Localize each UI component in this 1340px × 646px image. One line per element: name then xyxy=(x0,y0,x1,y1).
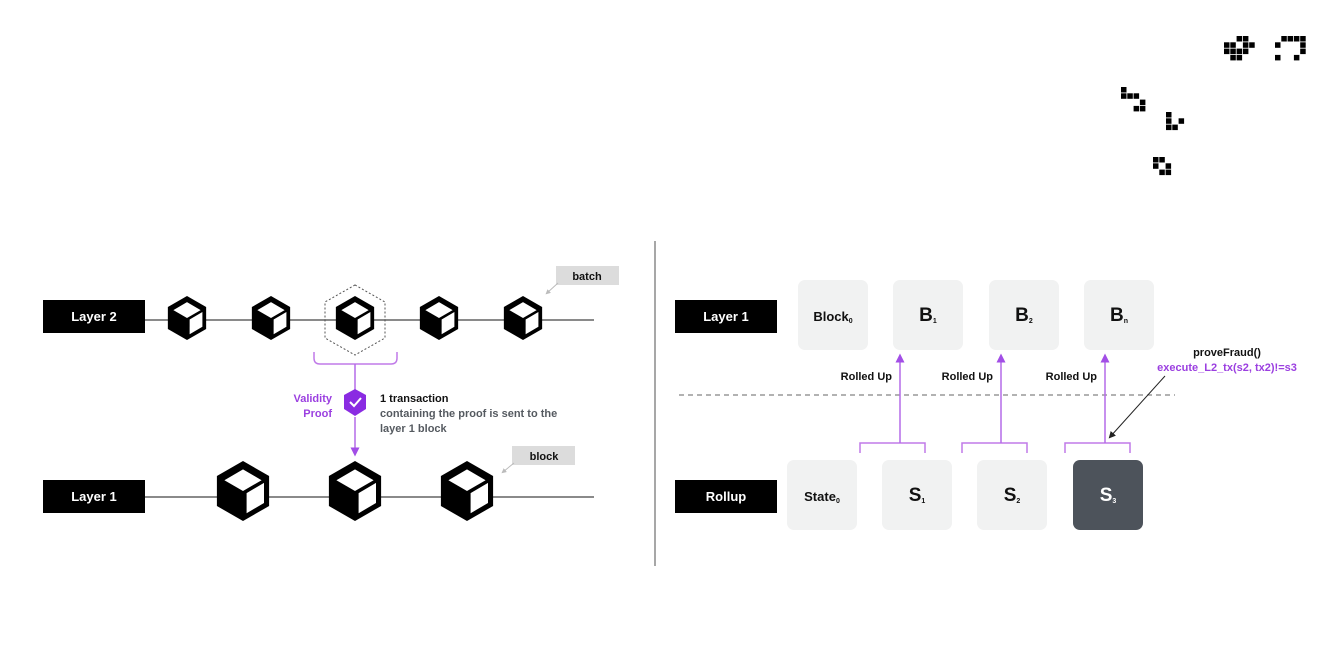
pixel-cell xyxy=(1166,118,1172,124)
state-pair-bracket xyxy=(961,442,1028,453)
pixel-cell xyxy=(1236,36,1243,42)
pixel-cell xyxy=(1300,48,1306,55)
transaction-desc-line1: containing the proof is sent to the xyxy=(380,408,557,420)
pixel-cell xyxy=(1178,118,1185,124)
tile-label: State0 xyxy=(804,489,840,505)
pixel-cell xyxy=(1300,42,1306,48)
validity-proof-label-line2: Proof xyxy=(303,408,332,420)
rolled-up-label: Rolled Up xyxy=(841,371,893,383)
tile-label: Block0 xyxy=(813,309,852,325)
pixel-cell xyxy=(1275,42,1281,48)
layer1-block-tile: B2 xyxy=(989,280,1059,350)
rollup-state-tile: S2 xyxy=(977,460,1047,530)
tile-subscript: 2 xyxy=(1029,318,1033,325)
layer2-block-cube-icon xyxy=(419,296,459,340)
diagram-canvas: Layer 2 batch Validity Proof 1 transacti… xyxy=(43,36,1306,566)
pixel-cell xyxy=(1165,163,1172,169)
batch-callout-label: batch xyxy=(572,271,602,283)
layer1-label: Layer 1 xyxy=(71,489,117,504)
rolled-up-label: Rolled Up xyxy=(1046,371,1098,383)
layer1-block-cube-icon xyxy=(440,461,494,521)
pixel-cell xyxy=(1242,48,1249,55)
pixel-cell xyxy=(1172,124,1178,131)
pixel-cell xyxy=(1153,157,1159,163)
pixel-cell xyxy=(1230,48,1236,55)
layer2-block-cube-icon xyxy=(251,296,291,340)
batch-bracket xyxy=(313,352,398,365)
layer2-block-cube-icon xyxy=(167,296,207,340)
pixel-cell xyxy=(1133,105,1140,112)
pixel-cell xyxy=(1300,36,1306,42)
pixel-cell xyxy=(1159,157,1165,163)
pixel-cell xyxy=(1133,93,1140,99)
pixel-cell xyxy=(1166,124,1172,131)
pixel-cell xyxy=(1287,36,1294,42)
pixel-cell xyxy=(1293,54,1300,61)
pixel-cell xyxy=(1224,42,1230,48)
pixel-cell xyxy=(1242,36,1249,42)
pixel-pattern-3 xyxy=(1121,87,1146,112)
pixel-cell xyxy=(1236,54,1243,61)
layer1-block-cube-icon xyxy=(328,461,382,521)
pixel-pattern-decoration xyxy=(1121,36,1306,176)
tile-subscript: 2 xyxy=(1016,498,1020,505)
tile-subscript: 1 xyxy=(933,318,937,325)
pixel-cell xyxy=(1230,54,1236,61)
left-diagram: Layer 2 batch Validity Proof 1 transacti… xyxy=(43,266,619,521)
pixel-cell xyxy=(1242,42,1249,48)
fraudulent-state-tile: S3 xyxy=(1073,460,1143,530)
pixel-pattern-4 xyxy=(1166,112,1185,131)
right-diagram: Layer 1 Rollup Block0 B1 B2 Bn State0 S1 S2 S3… xyxy=(675,280,1297,530)
pixel-cell xyxy=(1153,163,1159,169)
pixel-cell xyxy=(1230,42,1236,48)
rollup-state-tile: State0 xyxy=(787,460,857,530)
state-pair-bracket xyxy=(1064,442,1131,453)
pixel-cell xyxy=(1249,42,1255,48)
tile-subscript: 0 xyxy=(836,498,840,505)
tile-subscript: 1 xyxy=(921,498,925,505)
rollup-label: Rollup xyxy=(706,489,746,504)
tile-subscript: 3 xyxy=(1112,498,1116,505)
layer1-label-right: Layer 1 xyxy=(703,309,749,324)
prove-fraud-code: execute_L2_tx(s2, tx2)!=s3 xyxy=(1157,362,1297,374)
pixel-cell xyxy=(1121,87,1127,93)
transaction-title: 1 transaction xyxy=(380,393,449,405)
pixel-cell xyxy=(1139,105,1146,112)
pixel-cell xyxy=(1236,48,1243,55)
layer2-block-cube-icon xyxy=(503,296,543,340)
pixel-cell xyxy=(1127,93,1133,99)
validity-proof-label-line1: Validity xyxy=(293,393,332,405)
pixel-cell xyxy=(1159,169,1165,176)
pixel-pattern-2 xyxy=(1275,36,1306,61)
layer1-block-tile: Block0 xyxy=(798,280,868,350)
pixel-pattern-5 xyxy=(1153,157,1172,176)
tile-subscript: 0 xyxy=(849,318,853,325)
rollup-state-tile: S1 xyxy=(882,460,952,530)
pixel-cell xyxy=(1281,36,1287,42)
rolled-up-label: Rolled Up xyxy=(942,371,994,383)
pixel-cell xyxy=(1166,112,1172,118)
pixel-cell xyxy=(1293,36,1300,42)
fraud-proof-pointer xyxy=(1108,375,1166,439)
pixel-cell xyxy=(1275,54,1281,61)
layer1-block-tile: Bn xyxy=(1084,280,1154,350)
pixel-cell xyxy=(1165,169,1172,176)
block-callout-label: block xyxy=(530,451,560,463)
layer2-block-cube-icon xyxy=(335,296,375,340)
tile-subscript: n xyxy=(1124,318,1128,325)
prove-fraud-title: proveFraud() xyxy=(1193,347,1261,359)
pixel-cell xyxy=(1121,93,1127,99)
batch-callout-pointer xyxy=(545,282,559,295)
layer2-label: Layer 2 xyxy=(71,309,117,324)
layer1-block-cube-icon xyxy=(216,461,270,521)
state-pair-bracket xyxy=(859,442,926,453)
validity-proof-shield-icon xyxy=(344,389,366,416)
block-callout-pointer xyxy=(501,462,515,474)
pixel-cell xyxy=(1139,99,1146,106)
transaction-desc-line2: layer 1 block xyxy=(380,423,448,435)
layer1-block-tile: B1 xyxy=(893,280,963,350)
pixel-cell xyxy=(1224,48,1230,55)
pixel-pattern-1 xyxy=(1224,36,1255,61)
